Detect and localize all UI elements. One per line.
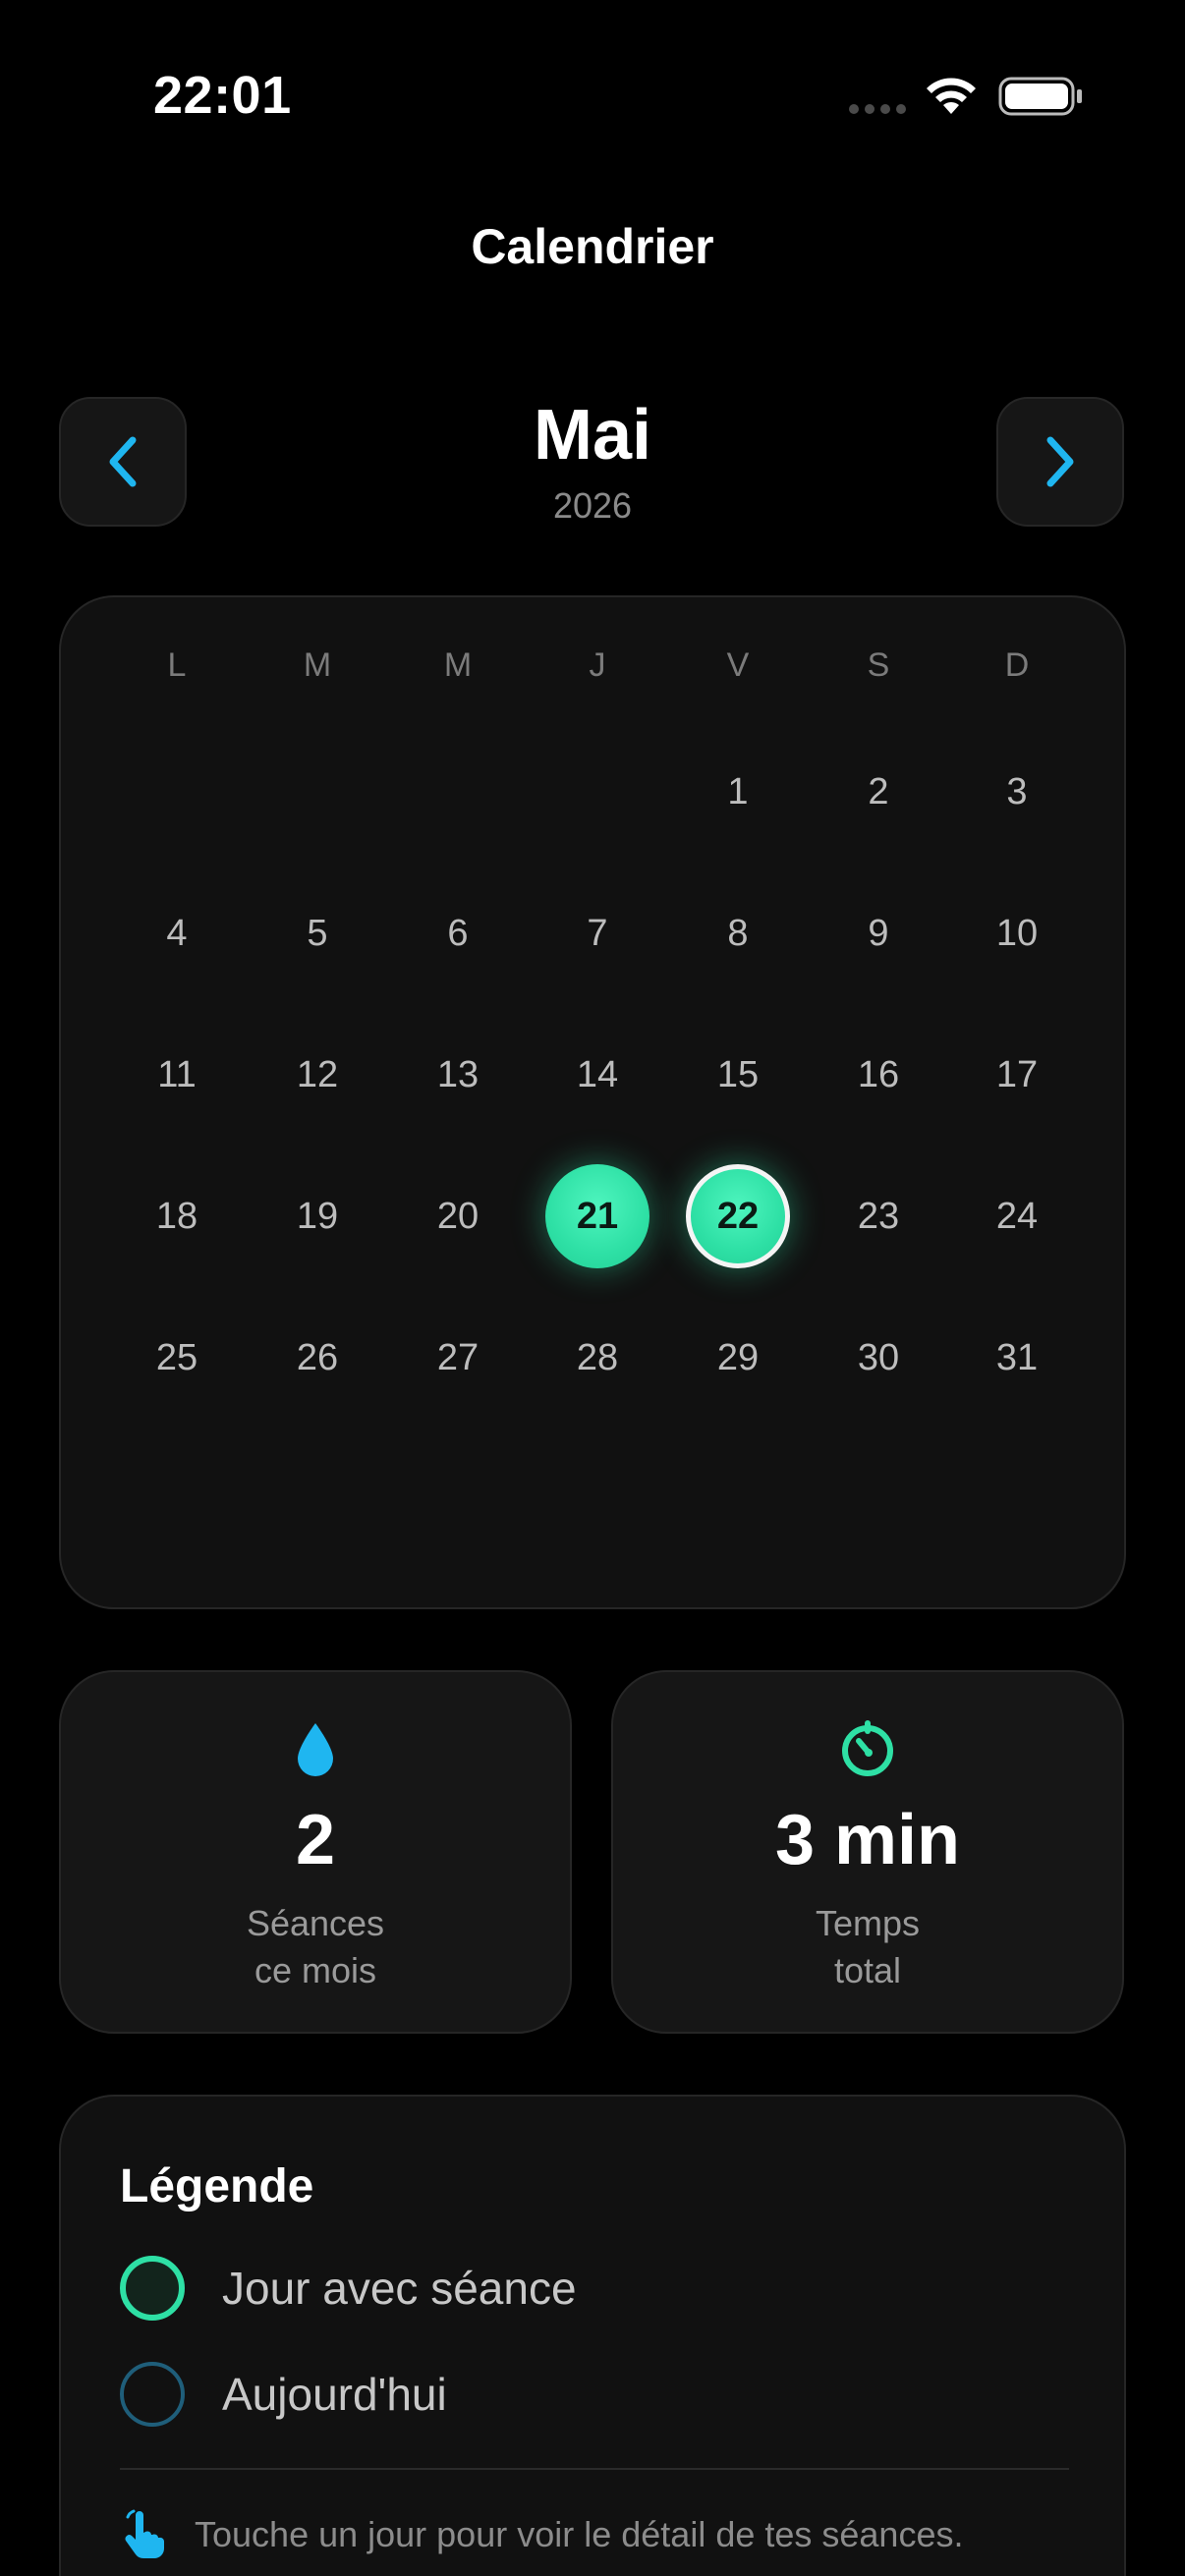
battery-icon [998, 77, 1082, 116]
calendar-day[interactable]: 11 [123, 1050, 231, 1099]
weekday-header: D [1004, 646, 1030, 684]
legend-hint-text: Touche un jour pour voir le détail de te… [195, 2514, 964, 2554]
calendar-day[interactable]: 30 [824, 1333, 932, 1382]
calendar-day[interactable]: 16 [824, 1050, 932, 1099]
weekday-header: V [726, 646, 750, 684]
calendar-day[interactable]: 17 [963, 1050, 1071, 1099]
calendar-grid: L M M J V S D 1 2 3 4 5 6 7 8 9 10 11 12 13 14 15 16 17 18 19 20 21… [59, 595, 1126, 1609]
tap-hand-icon [125, 2509, 165, 2558]
total-time-label: Temps total [613, 1900, 1122, 1994]
calendar-day-today-session[interactable]: 22 [686, 1164, 790, 1268]
sessions-stat-card: 2 Séances ce mois [59, 1670, 572, 2034]
status-time: 22:01 [153, 66, 292, 125]
weekday-header: L [167, 646, 187, 684]
cellular-signal-icon [849, 104, 906, 114]
calendar-day-session[interactable]: 21 [545, 1164, 649, 1268]
calendar-day[interactable]: 31 [963, 1333, 1071, 1382]
time-stat-card: 3 min Temps total [611, 1670, 1124, 2034]
wifi-icon [927, 78, 976, 114]
calendar-day[interactable]: 28 [543, 1333, 651, 1382]
timer-icon [842, 1720, 893, 1776]
calendar-day[interactable]: 29 [684, 1333, 792, 1382]
legend-hint: Touche un jour pour voir le détail de te… [120, 2509, 963, 2560]
calendar-day[interactable]: 27 [404, 1333, 512, 1382]
calendar-day[interactable]: 8 [684, 909, 792, 958]
weekday-header: J [589, 646, 606, 684]
calendar-day[interactable]: 23 [824, 1192, 932, 1241]
sessions-count: 2 [295, 1801, 336, 1879]
weekday-header: M [443, 646, 473, 684]
calendar-day[interactable]: 14 [543, 1050, 651, 1099]
page-title: Calendrier [471, 219, 714, 274]
calendar-day[interactable]: 13 [404, 1050, 512, 1099]
calendar-day[interactable]: 2 [824, 767, 932, 816]
calendar-day[interactable]: 25 [123, 1333, 231, 1382]
calendar-day[interactable]: 20 [404, 1192, 512, 1241]
weekday-header: M [303, 646, 332, 684]
legend-today-label: Aujourd'hui [222, 2369, 447, 2420]
calendar-day[interactable]: 12 [263, 1050, 371, 1099]
status-bar: 22:01 [0, 0, 1185, 187]
calendar-day[interactable]: 3 [963, 767, 1071, 816]
time-label-line2: total [833, 1950, 902, 1990]
calendar-day[interactable]: 19 [263, 1192, 371, 1241]
legend-divider [120, 2468, 1069, 2470]
calendar-day[interactable]: 1 [684, 767, 792, 816]
sessions-label-line2: ce mois [254, 1950, 377, 1990]
session-day-swatch [120, 2256, 185, 2321]
calendar-day[interactable]: 6 [404, 909, 512, 958]
legend-card: Légende Jour avec séance Aujourd'hui Tou… [59, 2095, 1126, 2576]
weekday-header: S [867, 646, 890, 684]
calendar-day[interactable]: 5 [263, 909, 371, 958]
legend-session-label: Jour avec séance [222, 2263, 577, 2314]
sessions-label: Séances ce mois [61, 1900, 570, 1994]
calendar-day[interactable]: 9 [824, 909, 932, 958]
chevron-right-icon [1046, 436, 1074, 487]
calendar-day[interactable]: 15 [684, 1050, 792, 1099]
today-swatch [120, 2362, 185, 2427]
calendar-day[interactable]: 10 [963, 909, 1071, 958]
calendar-day[interactable]: 7 [543, 909, 651, 958]
legend-title: Légende [120, 2160, 314, 2212]
calendar-day[interactable]: 18 [123, 1192, 231, 1241]
legend-item-today: Aujourd'hui [120, 2362, 447, 2427]
calendar-day[interactable]: 26 [263, 1333, 371, 1382]
sessions-label-line1: Séances [246, 1903, 385, 1943]
legend-item-session: Jour avec séance [120, 2256, 577, 2321]
calendar-day[interactable]: 24 [963, 1192, 1071, 1241]
calendar-day[interactable]: 4 [123, 909, 231, 958]
drop-icon [298, 1723, 333, 1776]
calendar-screen: 22:01 Calendrier Mai 2026 LMMJVSD1234567… [0, 0, 1185, 2576]
next-month-button[interactable] [996, 397, 1124, 527]
total-time: 3 min [774, 1801, 961, 1879]
time-label-line1: Temps [815, 1903, 921, 1943]
